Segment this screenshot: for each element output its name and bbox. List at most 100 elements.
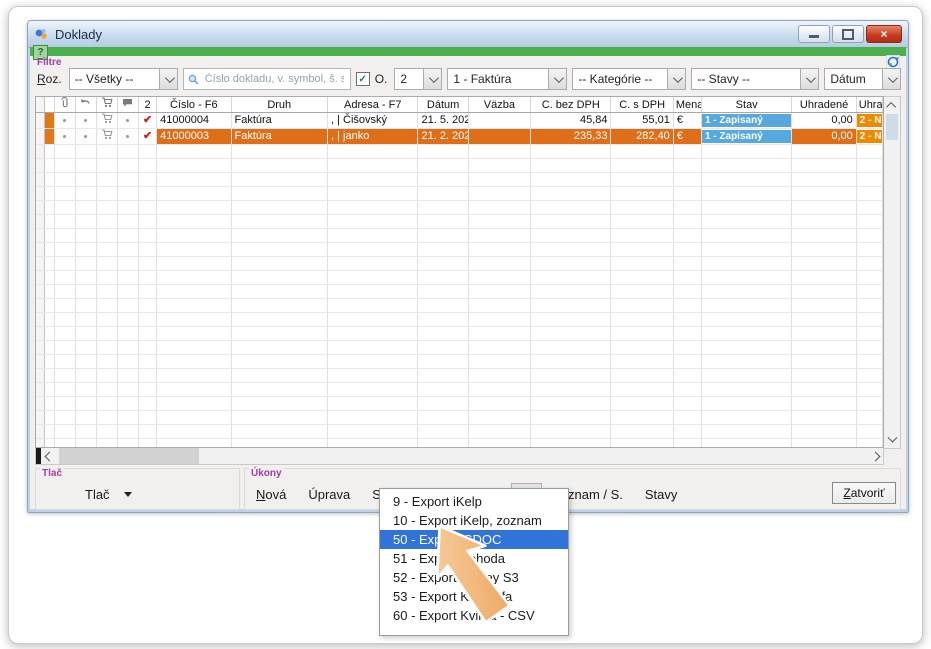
window-title: Doklady <box>55 27 102 42</box>
table-row-empty[interactable] <box>36 411 883 425</box>
actions-group-label: Úkony <box>249 468 284 479</box>
close-window-button[interactable]: Zatvoriť <box>832 482 896 504</box>
o-count-select[interactable]: 2 <box>394 68 442 90</box>
table-row-empty[interactable] <box>36 257 883 271</box>
table-row-empty[interactable] <box>36 425 883 439</box>
cell-mena: € <box>673 113 701 129</box>
chevron-down-icon[interactable] <box>800 69 818 89</box>
chevron-down-icon[interactable] <box>423 69 441 89</box>
table-row-empty[interactable] <box>36 159 883 173</box>
undo-icon[interactable] <box>75 97 96 113</box>
paid-status-badge: 2 - N <box>857 130 882 143</box>
col-header-vazba[interactable]: Väzba <box>468 97 530 113</box>
o-checkbox[interactable]: ✓ <box>356 72 370 86</box>
vertical-scrollbar[interactable] <box>884 96 901 449</box>
horizontal-scroll-thumb[interactable] <box>59 448 199 464</box>
table-row-empty[interactable] <box>36 187 883 201</box>
col-header-mena[interactable]: Mena <box>673 97 701 113</box>
table-row-empty[interactable] <box>36 383 883 397</box>
row-indicator <box>44 113 54 129</box>
table-row-empty[interactable] <box>36 173 883 187</box>
date-select[interactable]: Dátum <box>824 68 901 90</box>
col-header-cislo[interactable]: Číslo - F6 <box>157 97 231 113</box>
col-header-druh[interactable]: Druh <box>231 97 328 113</box>
chevron-down-icon[interactable] <box>548 69 566 89</box>
close-button[interactable]: × <box>866 25 902 43</box>
new-button[interactable]: Nová <box>245 483 297 506</box>
category-value: -- Kategórie -- <box>573 69 667 89</box>
states-button[interactable]: Stavy <box>634 483 689 506</box>
cell-vazba <box>468 129 530 145</box>
comment-dot-icon <box>126 135 129 138</box>
states-select[interactable]: -- Stavy -- <box>691 68 819 90</box>
cell-bez-dph: 235,33 <box>531 129 611 145</box>
status-green-bar: ? <box>30 47 906 56</box>
cell-s-dph: 55,01 <box>611 113 673 129</box>
title-bar[interactable]: Doklady × <box>28 21 908 48</box>
horizontal-scrollbar[interactable] <box>35 448 884 465</box>
table-row-empty[interactable] <box>36 355 883 369</box>
cell-bez-dph: 45,84 <box>531 113 611 129</box>
table-row-empty[interactable] <box>36 327 883 341</box>
vertical-scroll-thumb[interactable] <box>886 114 898 140</box>
search-icon <box>188 74 199 85</box>
col-header-2[interactable]: 2 <box>139 97 157 113</box>
category-select[interactable]: -- Kategórie -- <box>572 68 686 90</box>
date-value: Dátum <box>825 69 882 89</box>
col-header-s-dph[interactable]: C. s DPH <box>611 97 673 113</box>
scope-select-value: -- Všetky -- <box>70 69 159 89</box>
doc-type-select[interactable]: 1 - Faktúra <box>447 68 567 90</box>
maximize-icon <box>842 29 854 40</box>
scroll-left-button[interactable] <box>41 448 57 464</box>
table-row-empty[interactable] <box>36 397 883 411</box>
table-row-empty[interactable] <box>36 313 883 327</box>
scope-select[interactable]: -- Všetky -- <box>69 68 178 90</box>
col-header-stav[interactable]: Stav <box>701 97 791 113</box>
chevron-down-icon[interactable] <box>159 69 177 89</box>
minimize-icon <box>809 35 819 38</box>
maximize-button[interactable] <box>832 25 864 43</box>
col-header-datum[interactable]: Dátum <box>418 97 468 113</box>
search-input[interactable] <box>203 72 346 86</box>
chevron-left-icon <box>44 451 54 461</box>
attachment-dot-icon <box>63 119 66 122</box>
table-row-empty[interactable] <box>36 439 883 449</box>
undo-dot-icon <box>84 119 87 122</box>
documents-table-wrap: 2 Číslo - F6 Druh Adresa - F7 Dátum Väzb… <box>35 96 901 465</box>
col-header-uhradene[interactable]: Uhradené <box>792 97 856 113</box>
scroll-down-button[interactable] <box>884 432 900 448</box>
table-row-empty[interactable] <box>36 285 883 299</box>
table-row-empty[interactable] <box>36 145 883 159</box>
print-button[interactable]: Tlač <box>74 483 143 506</box>
col-header-adresa[interactable]: Adresa - F7 <box>328 97 418 113</box>
minimize-button[interactable] <box>798 25 830 43</box>
chevron-down-icon[interactable] <box>882 69 900 89</box>
attachment-icon[interactable] <box>54 97 75 113</box>
chevron-down-icon[interactable] <box>667 69 685 89</box>
col-header-uhrad[interactable]: Uhrad <box>856 97 882 113</box>
comment-dot-icon <box>126 119 129 122</box>
cell-uhradene: 0,00 <box>792 113 856 129</box>
col-header-bez-dph[interactable]: C. bez DPH <box>531 97 611 113</box>
table-row[interactable]: ✔ 41000004 Faktúra , | Čišovský 21. 5. 2… <box>36 113 883 129</box>
table-row-empty[interactable] <box>36 341 883 355</box>
scroll-right-button[interactable] <box>867 448 883 464</box>
cell-vazba <box>468 113 530 129</box>
cart-icon <box>101 113 113 124</box>
attachment-dot-icon <box>63 135 66 138</box>
table-row-empty[interactable] <box>36 201 883 215</box>
table-row-empty[interactable] <box>36 215 883 229</box>
table-row-empty[interactable] <box>36 229 883 243</box>
table-row-empty[interactable] <box>36 271 883 285</box>
scroll-up-button[interactable] <box>884 97 900 113</box>
edit-button[interactable]: Úprava <box>297 483 361 506</box>
table-row-selected[interactable]: ✔ 41000003 Faktúra , | janko 21. 2. 2024… <box>36 129 883 145</box>
cart-icon[interactable] <box>96 97 117 113</box>
app-window: Doklady × ? Filtre Roz. <box>27 20 909 513</box>
table-row-empty[interactable] <box>36 299 883 313</box>
table-row-empty[interactable] <box>36 369 883 383</box>
documents-grid: 2 Číslo - F6 Druh Adresa - F7 Dátum Väzb… <box>35 96 884 448</box>
table-row-empty[interactable] <box>36 243 883 257</box>
actions-group: Úkony Nová Úprava Storno Uhrady I E Zozn… <box>244 468 901 510</box>
comment-icon[interactable] <box>117 97 138 113</box>
